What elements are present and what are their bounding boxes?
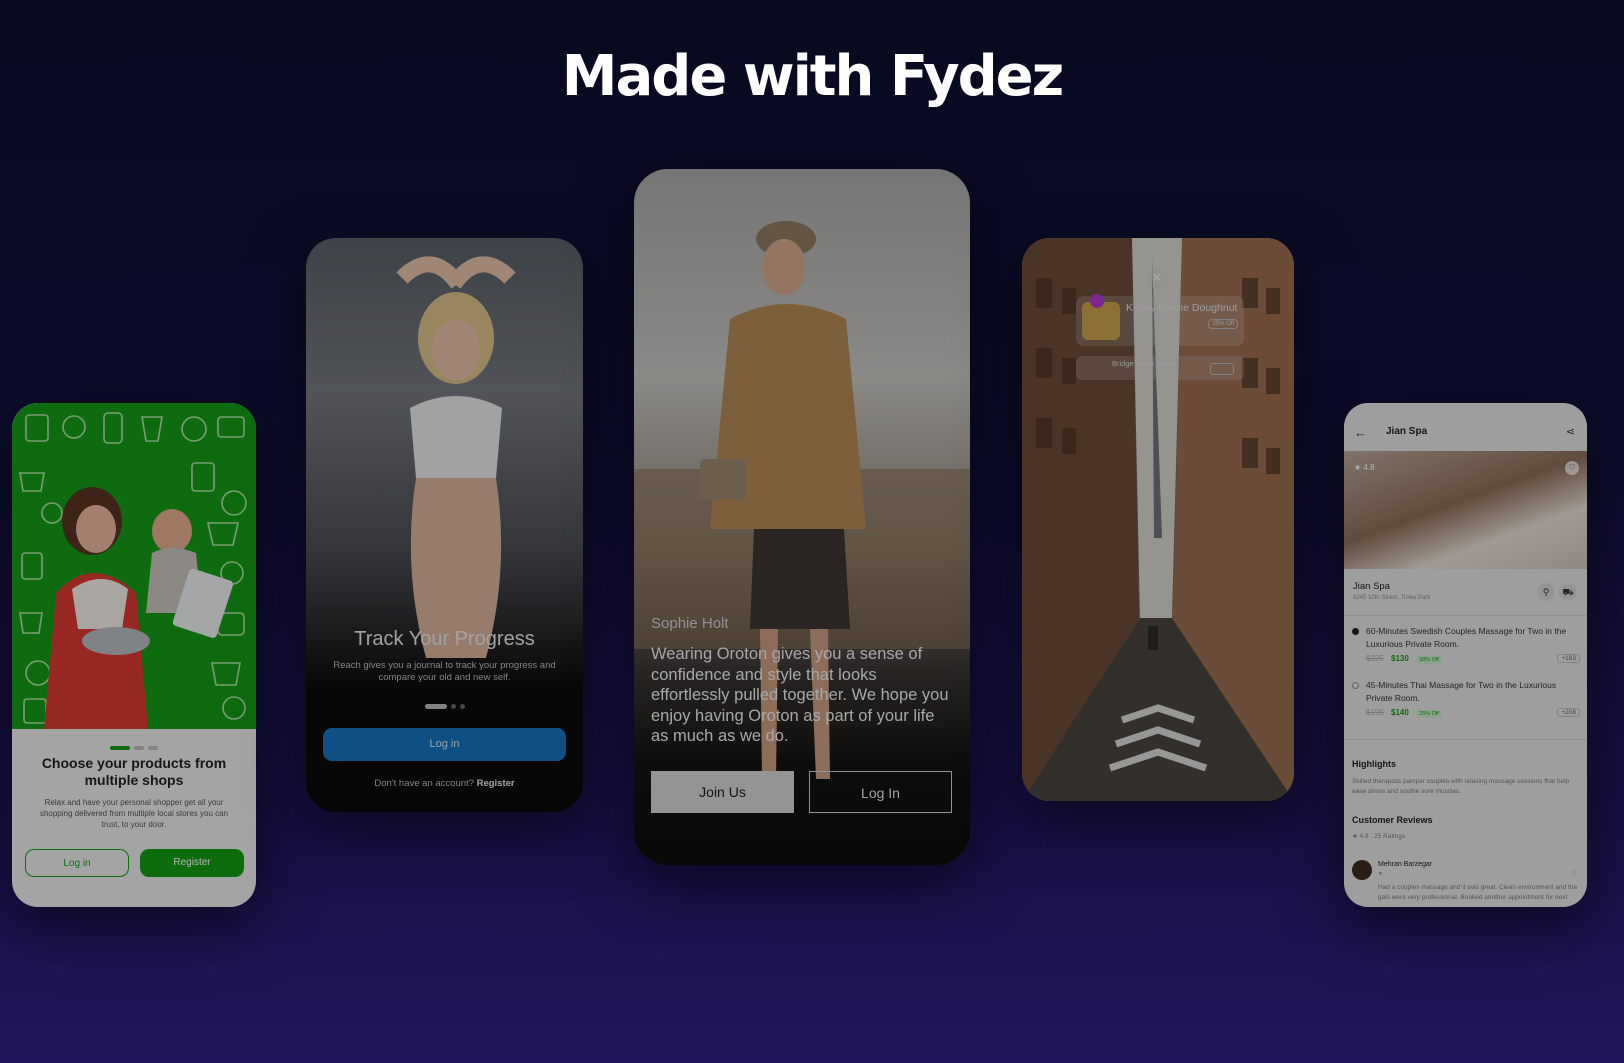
amenity-icons: ⚲ ⛟ [1533, 583, 1577, 601]
highlights-heading: Highlights [1352, 759, 1396, 769]
grocery-hero-image [12, 403, 256, 729]
spa-app-mockup: ← Jian Spa ⋖ ★ 4.8 ♡ Jian Spa 9245 10th … [1344, 403, 1587, 907]
service-price: $225 $130 38% Off [1366, 654, 1442, 664]
app-header: ← Jian Spa ⋖ [1344, 423, 1587, 443]
sale-price: $130 [1391, 654, 1409, 663]
rating-badge: ★ 4.8 [1354, 463, 1375, 472]
rating-value: 4.8 [1363, 463, 1375, 472]
service-name: 60-Minutes Swedish Couples Massage for T… [1366, 626, 1567, 649]
grocery-doodle-pattern [19, 412, 247, 729]
reviews-heading: Customer Reviews [1352, 815, 1433, 825]
like-icon[interactable]: ♡ [1572, 870, 1577, 877]
sale-price: $140 [1391, 708, 1409, 717]
radio-unselected[interactable] [1352, 682, 1359, 689]
review-text: Had a couples massage and it was great. … [1378, 884, 1578, 901]
pedestrian [1148, 626, 1158, 650]
car-icon: ⛟ [1559, 583, 1577, 601]
onboarding-pagination [306, 696, 583, 714]
page-dot [148, 746, 158, 750]
onboarding-pagination [12, 737, 256, 755]
fashion-hero-photo [634, 169, 970, 865]
discount-badge: 25% Off [1416, 710, 1442, 718]
poi-discount-badge: 25% Off [1208, 319, 1238, 329]
service-name: 45-Minutes Thai Massage for Two in the L… [1366, 680, 1557, 703]
purchase-count: +163 [1557, 654, 1580, 663]
model-silhouette [634, 221, 970, 779]
service-price: $195 $140 25% Off [1366, 708, 1442, 718]
register-button[interactable]: Register [140, 849, 244, 877]
page-dot-active [110, 746, 130, 750]
onboarding-title: Track Your Progress [354, 628, 535, 650]
business-address: 9245 10th Street, Tinley Park [1353, 595, 1431, 601]
original-price: $225 [1366, 654, 1384, 663]
login-button[interactable]: Log In [809, 771, 952, 813]
stop-button[interactable] [1210, 363, 1234, 375]
navigation-instruction-card[interactable]: Bridge stone street [1076, 356, 1244, 380]
reviewer-name: Mehran Barzegar [1378, 861, 1433, 868]
original-price: $195 [1366, 708, 1384, 717]
purchase-count: +208 [1557, 708, 1580, 717]
account-prompt-text: Don't have an account? [374, 778, 474, 789]
reviews-summary: ★ 4.8 . 25 Ratings [1352, 833, 1406, 840]
login-button[interactable]: Log in [323, 728, 566, 761]
poi-category-badge [1090, 294, 1104, 308]
login-button[interactable]: Log in [25, 849, 129, 877]
close-icon[interactable]: ✕ [1146, 267, 1168, 289]
page-headline: Made with Fydez [561, 44, 1065, 109]
testimonial-author: Sophie Holt [651, 615, 729, 632]
model-silhouette [396, 256, 516, 658]
share-icon[interactable]: ⋖ [1566, 425, 1575, 438]
poi-title: Krispy Kreme Doughnut [1126, 302, 1238, 314]
divider [1344, 615, 1587, 616]
onboarding-description: Reach gives you a journal to track your … [333, 660, 556, 683]
fitness-app-mockup: Track Your Progress Reach gives you a jo… [306, 238, 583, 812]
header-title: Jian Spa [1386, 426, 1428, 437]
onboarding-title: Choose your products from multiple shops [41, 755, 227, 788]
street-label: Bridge stone street [1112, 359, 1175, 368]
register-link[interactable]: Register [477, 778, 515, 789]
page-dot [134, 746, 144, 750]
page-dot-active [424, 704, 447, 709]
page-dot [459, 704, 465, 709]
poi-card[interactable]: Krispy Kreme Doughnut 25% Off [1076, 294, 1244, 346]
ar-navigation-mockup: ✕ Krispy Kreme Doughnut 25% Off Bridge s… [1022, 238, 1294, 801]
join-us-button[interactable]: Join Us [651, 771, 794, 813]
grocery-app-mockup: Choose your products from multiple shops… [12, 403, 256, 907]
reviews-summary-text: 4.8 . 25 Ratings [1359, 833, 1406, 840]
favorite-heart-icon[interactable]: ♡ [1565, 461, 1579, 475]
register-prompt: Don't have an account? Register [306, 778, 583, 789]
divider [1344, 739, 1587, 740]
onboarding-description: Relax and have your personal shopper get… [39, 798, 229, 829]
testimonial-quote: Wearing Oroton gives you a sense of conf… [651, 645, 949, 745]
page-dot [450, 704, 456, 709]
review-rating: ★ [1378, 871, 1383, 877]
discount-badge: 38% Off [1416, 656, 1442, 664]
spa-gallery-image[interactable]: ★ 4.8 ♡ [1344, 451, 1587, 569]
poi-thumbnail [1082, 302, 1120, 340]
walk-icon: ⚲ [1537, 583, 1555, 601]
fitness-hero-photo [306, 238, 583, 688]
avatar [1352, 860, 1372, 880]
radio-selected[interactable] [1352, 628, 1359, 635]
back-arrow-icon[interactable]: ← [1354, 425, 1367, 440]
fashion-app-mockup: Sophie Holt Wearing Oroton gives you a s… [634, 169, 970, 865]
business-name: Jian Spa [1353, 581, 1390, 592]
highlights-text: Skilled therapists pamper couples with r… [1352, 778, 1570, 795]
